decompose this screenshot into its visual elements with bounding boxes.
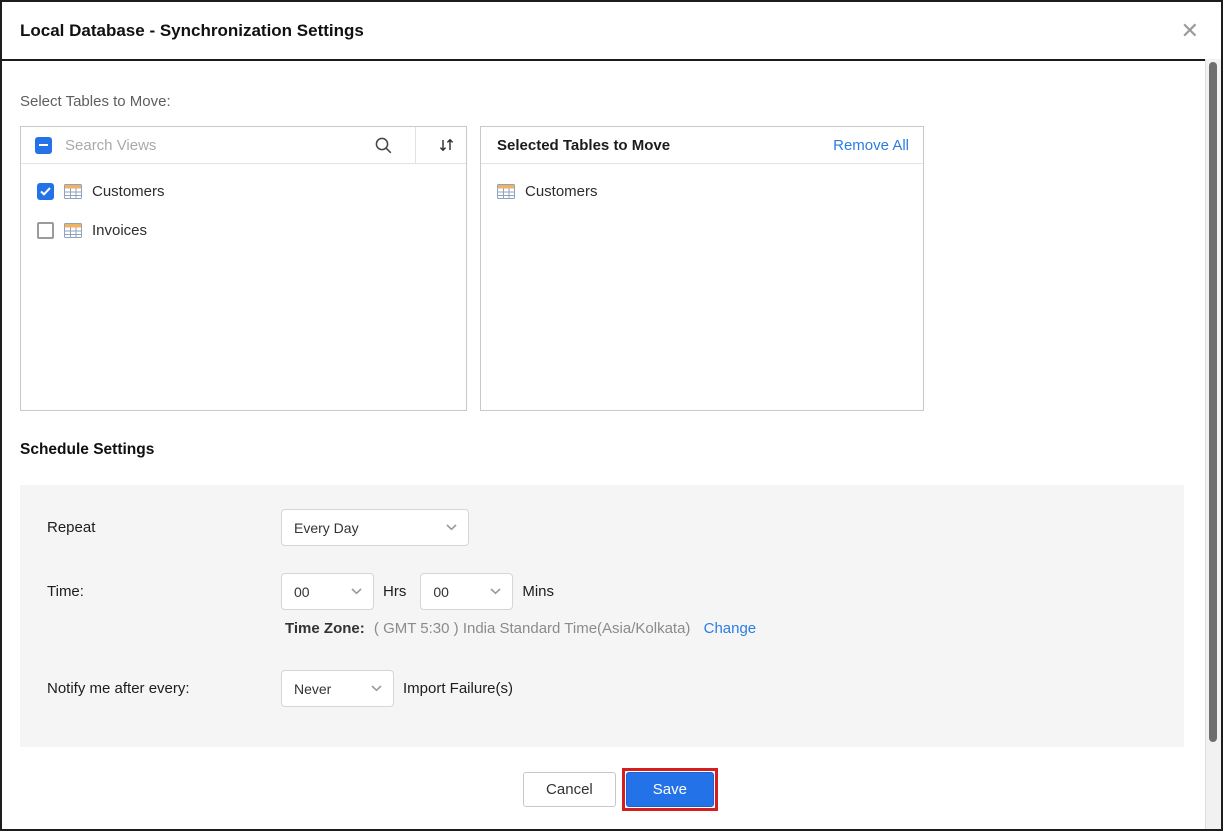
time-label: Time: — [47, 583, 281, 600]
table-name: Customers — [92, 183, 165, 200]
timezone-value: ( GMT 5:30 ) India Standard Time(Asia/Ko… — [374, 620, 691, 637]
source-panel-header — [21, 127, 466, 164]
dialog-footer: Cancel Save — [20, 768, 1221, 811]
chevron-down-icon — [351, 588, 362, 595]
minutes-dropdown[interactable]: 00 — [420, 573, 513, 610]
selected-table-list: Customers — [481, 164, 923, 211]
minutes-dropdown-value: 00 — [433, 584, 449, 600]
hours-dropdown[interactable]: 00 — [281, 573, 374, 610]
header-divider — [415, 127, 416, 163]
close-icon[interactable]: ✕ — [1181, 20, 1199, 42]
save-button[interactable]: Save — [626, 772, 714, 807]
schedule-settings-heading: Schedule Settings — [20, 441, 1221, 459]
source-table-list: Customers — [21, 164, 466, 250]
table-icon — [64, 223, 82, 238]
time-row: Time: 00 Hrs 00 Mins — [47, 573, 1184, 610]
timezone-change-link[interactable]: Change — [704, 620, 757, 637]
table-name: Invoices — [92, 222, 147, 239]
hours-dropdown-value: 00 — [294, 584, 310, 600]
search-icon[interactable] — [363, 136, 404, 155]
notify-label: Notify me after every: — [47, 680, 281, 697]
chevron-down-icon — [371, 685, 382, 692]
checkbox-unchecked[interactable] — [37, 222, 54, 239]
notify-dropdown-value: Never — [294, 681, 331, 697]
table-panels: Customers — [20, 126, 1221, 411]
vertical-scrollbar[interactable] — [1205, 59, 1221, 829]
dialog-title: Local Database - Synchronization Setting… — [20, 21, 364, 41]
dialog-content: Select Tables to Move: — [2, 93, 1221, 811]
notify-suffix-label: Import Failure(s) — [403, 680, 513, 697]
save-highlight-annotation: Save — [622, 768, 718, 811]
source-tables-panel: Customers — [20, 126, 467, 411]
sync-settings-dialog: Local Database - Synchronization Setting… — [0, 0, 1223, 831]
chevron-down-icon — [490, 588, 501, 595]
search-input[interactable] — [63, 136, 352, 155]
timezone-label: Time Zone: — [285, 620, 365, 637]
selected-table-row[interactable]: Customers — [481, 172, 923, 211]
table-icon — [497, 184, 515, 199]
indeterminate-mark — [39, 144, 48, 146]
notify-dropdown[interactable]: Never — [281, 670, 394, 707]
minutes-unit-label: Mins — [522, 583, 554, 600]
repeat-row: Repeat Every Day — [47, 509, 1184, 546]
timezone-line: Time Zone: ( GMT 5:30 ) India Standard T… — [285, 620, 1184, 637]
selected-panel-header: Selected Tables to Move Remove All — [481, 127, 923, 164]
table-name: Customers — [525, 183, 598, 200]
remove-all-link[interactable]: Remove All — [833, 137, 909, 154]
repeat-dropdown[interactable]: Every Day — [281, 509, 469, 546]
selected-tables-panel: Selected Tables to Move Remove All — [480, 126, 924, 411]
dialog-header: Local Database - Synchronization Setting… — [2, 2, 1221, 61]
schedule-settings-panel: Repeat Every Day Time: 00 Hrs — [20, 485, 1184, 747]
checkbox-checked[interactable] — [37, 183, 54, 200]
notify-row: Notify me after every: Never Import Fail… — [47, 670, 1184, 707]
scrollbar-thumb[interactable] — [1209, 62, 1217, 742]
selected-panel-title: Selected Tables to Move — [497, 137, 670, 154]
chevron-down-icon — [446, 524, 457, 531]
sort-icon[interactable] — [427, 137, 466, 153]
table-icon — [64, 184, 82, 199]
select-tables-label: Select Tables to Move: — [20, 93, 1221, 110]
cancel-button[interactable]: Cancel — [523, 772, 616, 807]
select-all-checkbox[interactable] — [35, 137, 52, 154]
table-row[interactable]: Customers — [21, 172, 466, 211]
table-row[interactable]: Invoices — [21, 211, 466, 250]
repeat-dropdown-value: Every Day — [294, 520, 359, 536]
hours-unit-label: Hrs — [383, 583, 406, 600]
repeat-label: Repeat — [47, 519, 281, 536]
